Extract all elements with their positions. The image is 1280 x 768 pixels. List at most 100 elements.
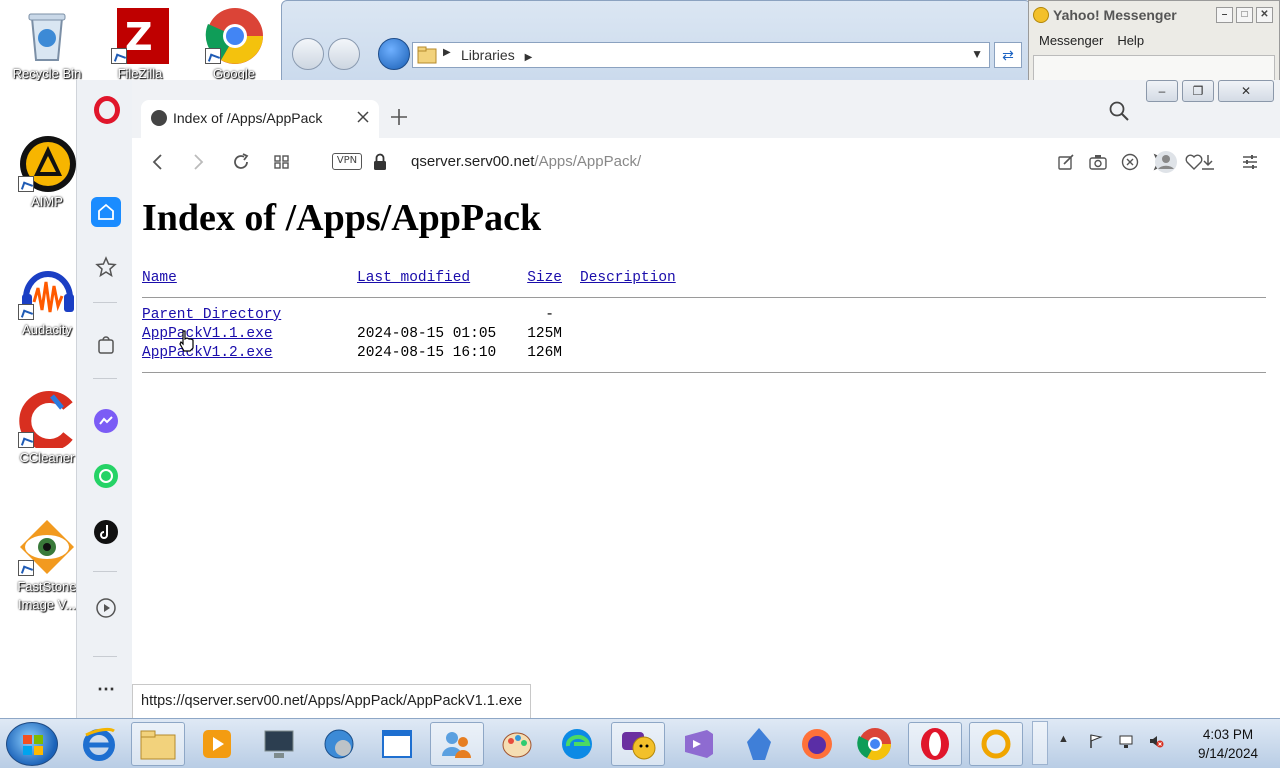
taskbar-opera[interactable] bbox=[908, 722, 962, 766]
sidebar-shopping-icon[interactable] bbox=[91, 329, 121, 359]
tray-up-arrow-icon[interactable]: ▲ bbox=[1058, 733, 1074, 749]
shortcut-arrow-icon bbox=[18, 560, 34, 576]
filezilla-icon: Z bbox=[111, 6, 169, 64]
sort-by-name-link[interactable]: Name bbox=[142, 270, 177, 286]
desktop-icon-filezilla[interactable]: Z FileZilla bbox=[98, 6, 182, 81]
tabs-grid-icon[interactable] bbox=[270, 150, 294, 174]
adblock-icon[interactable] bbox=[1118, 150, 1142, 174]
desktop-icon-google[interactable]: Google bbox=[192, 6, 276, 81]
tab-active[interactable]: Index of /Apps/AppPack bbox=[141, 100, 379, 138]
parent-directory-link[interactable]: Parent Directory bbox=[142, 307, 281, 323]
sort-by-modified-link[interactable]: Last modified bbox=[357, 270, 470, 286]
explorer-address-bar[interactable]: ▶ Libraries ▶ ▼ bbox=[412, 42, 990, 68]
tiktok-icon[interactable] bbox=[91, 517, 121, 547]
opera-browser-window[interactable]: ⋯ Index of /Apps/AppPack – ❐ ✕ VPN qserv… bbox=[76, 80, 1280, 718]
network-icon[interactable] bbox=[1118, 733, 1134, 749]
sidebar-home-icon[interactable] bbox=[91, 197, 121, 227]
taskbar-ie[interactable] bbox=[72, 722, 126, 766]
yahoo-menu-bar: Messenger Help bbox=[1029, 29, 1279, 51]
mouse-cursor-hand-icon bbox=[179, 330, 194, 352]
account-icon[interactable] bbox=[1154, 150, 1178, 174]
taskbar-ring-app[interactable] bbox=[969, 722, 1023, 766]
menu-help[interactable]: Help bbox=[1117, 33, 1144, 51]
ccleaner-icon bbox=[18, 390, 76, 451]
whatsapp-icon[interactable] bbox=[91, 461, 121, 491]
opera-logo-icon[interactable] bbox=[94, 96, 120, 124]
taskbar-computer[interactable] bbox=[252, 722, 306, 766]
minimize-icon[interactable]: – bbox=[1216, 7, 1233, 23]
forward-icon[interactable] bbox=[328, 38, 360, 70]
close-window-icon[interactable]: ✕ bbox=[1218, 80, 1274, 102]
taskbar-firefox[interactable] bbox=[790, 722, 844, 766]
sidebar-bookmarks-icon[interactable] bbox=[91, 252, 121, 282]
file-link[interactable]: AppPackV1.2.exe bbox=[142, 345, 273, 361]
taskbar-overflow[interactable] bbox=[1032, 721, 1048, 765]
table-row: AppPackV1.2.exe 2024-08-15 16:10 126M bbox=[142, 345, 1266, 364]
new-tab-icon[interactable] bbox=[388, 106, 410, 128]
easy-setup-icon[interactable] bbox=[1054, 150, 1078, 174]
sidebar-divider bbox=[93, 378, 117, 379]
page-content: Index of /Apps/AppPack Name Last modifie… bbox=[132, 186, 1280, 718]
chevron-down-icon[interactable]: ▼ bbox=[971, 47, 983, 61]
taskbar-paint[interactable] bbox=[490, 722, 544, 766]
player-icon[interactable] bbox=[91, 593, 121, 623]
yahoo-smiley-icon bbox=[1033, 7, 1049, 23]
desktop-icon-recycle-bin[interactable]: Recycle Bin bbox=[5, 6, 89, 81]
svg-text:Z: Z bbox=[125, 15, 153, 59]
taskbar-notepad[interactable] bbox=[370, 722, 424, 766]
tab-title: Index of /Apps/AppPack bbox=[173, 110, 323, 126]
camera-icon[interactable] bbox=[1086, 150, 1110, 174]
breadcrumb-chevron-icon: ▶ bbox=[524, 52, 533, 63]
messenger-icon[interactable] bbox=[91, 406, 121, 436]
sort-by-description-link[interactable]: Description bbox=[580, 270, 676, 286]
taskbar-edge[interactable] bbox=[550, 722, 604, 766]
yahoo-messenger-window[interactable]: Yahoo! Messenger – □ ✕ Messenger Help bbox=[1028, 0, 1280, 90]
recycle-bin-label: Recycle Bin bbox=[12, 66, 82, 81]
taskbar-media-player[interactable] bbox=[190, 722, 244, 766]
url-host: qserver.serv00.net bbox=[411, 153, 535, 170]
sort-by-size-link[interactable]: Size bbox=[526, 270, 562, 286]
forward-icon[interactable] bbox=[186, 150, 210, 174]
download-icon[interactable] bbox=[1196, 150, 1220, 174]
taskbar-network[interactable] bbox=[312, 722, 366, 766]
taskbar-chrome[interactable] bbox=[848, 722, 902, 766]
taskbar-crystal[interactable] bbox=[732, 722, 786, 766]
taskbar-users[interactable] bbox=[430, 722, 484, 766]
close-icon[interactable]: ✕ bbox=[1256, 7, 1273, 23]
volume-muted-icon[interactable] bbox=[1148, 733, 1164, 749]
yahoo-title-bar: Yahoo! Messenger – □ ✕ bbox=[1029, 1, 1279, 29]
reload-icon[interactable] bbox=[229, 150, 253, 174]
divider bbox=[142, 372, 1266, 373]
restore-icon[interactable]: ❐ bbox=[1182, 80, 1214, 102]
folder-icon bbox=[417, 46, 437, 64]
minimize-icon[interactable]: – bbox=[1146, 80, 1178, 102]
refresh-icon[interactable]: ⇄ bbox=[994, 42, 1022, 68]
lock-icon[interactable] bbox=[368, 150, 392, 174]
more-icon[interactable]: ⋯ bbox=[91, 674, 121, 704]
start-button[interactable] bbox=[6, 722, 58, 766]
internet-explorer-icon bbox=[83, 727, 115, 761]
vpn-badge[interactable]: VPN bbox=[332, 153, 362, 170]
flag-icon[interactable] bbox=[1088, 733, 1104, 749]
media-player-icon bbox=[203, 730, 231, 758]
sidebar-divider bbox=[93, 571, 117, 572]
taskbar-explorer[interactable] bbox=[131, 722, 185, 766]
chrome-icon bbox=[205, 6, 263, 64]
back-icon[interactable] bbox=[292, 38, 324, 70]
close-tab-icon[interactable] bbox=[355, 109, 371, 125]
file-link[interactable]: AppPackV1.1.exe bbox=[142, 326, 273, 342]
taskbar-yahoo[interactable] bbox=[611, 722, 665, 766]
url-field[interactable]: qserver.serv00.net/Apps/AppPack/ bbox=[411, 153, 641, 170]
menu-messenger[interactable]: Messenger bbox=[1039, 33, 1103, 51]
back-icon[interactable] bbox=[146, 150, 170, 174]
ring-icon bbox=[981, 729, 1011, 759]
search-icon[interactable] bbox=[1108, 100, 1130, 122]
taskbar-visual-studio[interactable] bbox=[672, 722, 726, 766]
paint-palette-icon bbox=[502, 732, 532, 758]
up-arrow-icon[interactable] bbox=[378, 38, 410, 70]
visual-studio-icon bbox=[685, 730, 713, 758]
system-clock[interactable]: 4:03 PM 9/14/2024 bbox=[1198, 725, 1258, 763]
maximize-icon[interactable]: □ bbox=[1236, 7, 1253, 23]
easy-setup-sliders-icon[interactable] bbox=[1238, 150, 1262, 174]
explorer-window[interactable]: ▶ Libraries ▶ ▼ ⇄ bbox=[281, 0, 1031, 90]
